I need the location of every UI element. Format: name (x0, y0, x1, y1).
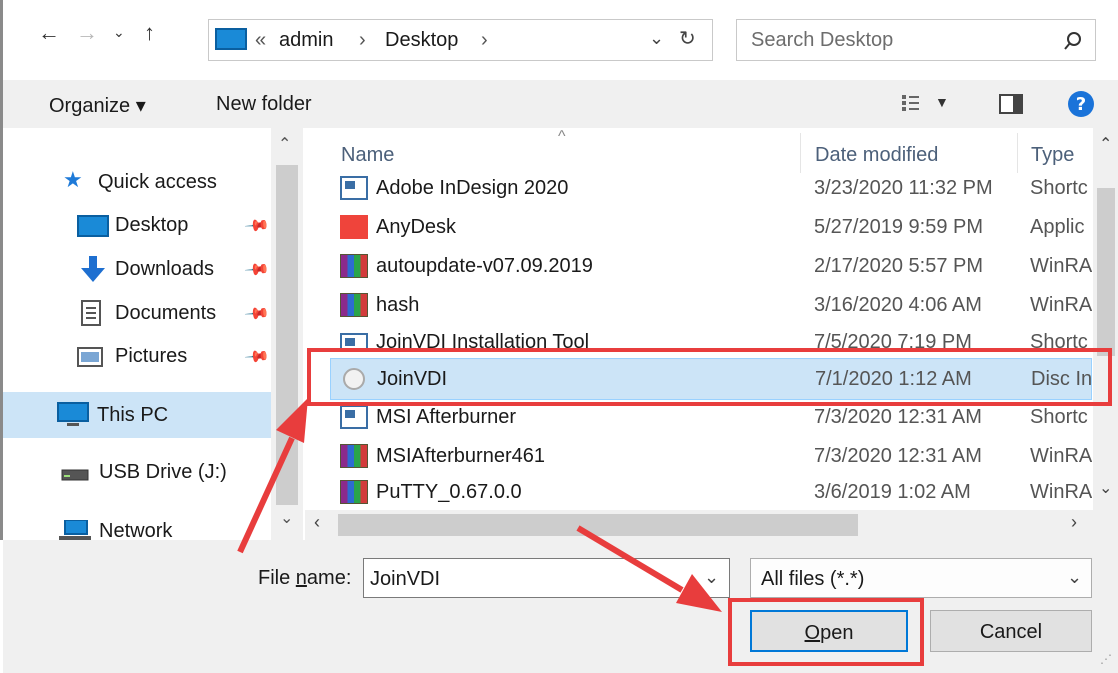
annotation-arrows (237, 398, 722, 612)
annotation-arrow-right (576, 525, 684, 593)
annotation-arrowhead-right (676, 574, 722, 612)
annotation-arrow-up (237, 436, 295, 554)
annotation-arrowhead-up (276, 398, 308, 443)
